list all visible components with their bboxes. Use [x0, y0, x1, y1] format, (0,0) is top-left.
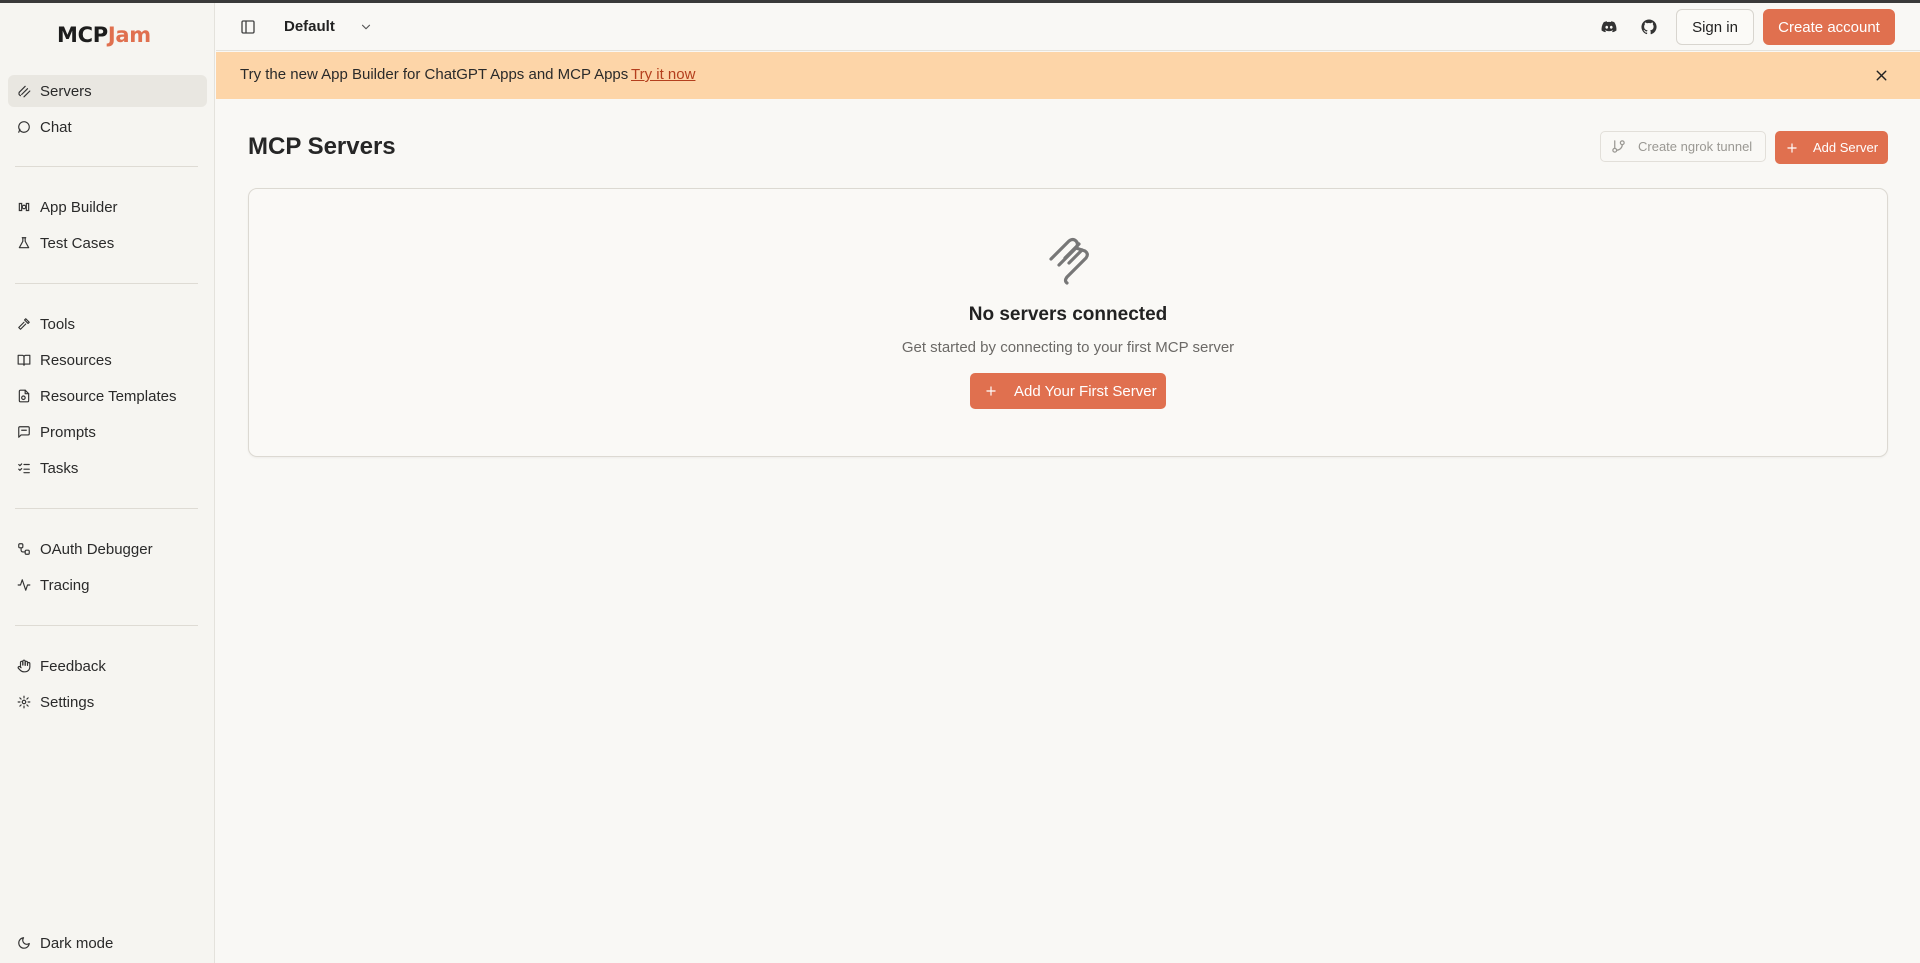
sidebar-item-prompts[interactable]: Prompts [8, 416, 207, 448]
sidebar-item-oauth-debugger[interactable]: OAuth Debugger [8, 533, 207, 565]
empty-state-subtitle: Get started by connecting to your first … [901, 339, 1235, 356]
sidebar-item-settings[interactable]: Settings [8, 686, 207, 718]
sidebar-item-resource-templates[interactable]: Resource Templates [8, 380, 207, 412]
file-template-icon [17, 389, 31, 403]
sidebar-divider [15, 625, 198, 626]
sidebar-item-resources[interactable]: Resources [8, 344, 207, 376]
sign-in-button[interactable]: Sign in [1676, 9, 1754, 45]
gear-icon [17, 695, 31, 709]
moon-icon [17, 936, 31, 950]
add-server-button[interactable]: Add Server [1775, 131, 1888, 164]
servers-icon [1045, 237, 1093, 285]
chat-icon [17, 120, 31, 134]
sidebar-divider [15, 508, 198, 509]
hand-icon [17, 659, 31, 673]
github-icon[interactable] [1640, 18, 1658, 36]
sidebar-item-chat[interactable]: Chat [8, 111, 207, 143]
message-square-icon [17, 425, 31, 439]
hammer-icon [17, 317, 31, 331]
workflow-icon [17, 542, 31, 556]
chevron-down-icon[interactable] [359, 20, 373, 34]
banner-text: Try the new App Builder for ChatGPT Apps… [240, 66, 629, 83]
add-first-server-button[interactable]: Add Your First Server [970, 373, 1166, 409]
list-checks-icon [17, 461, 31, 475]
top-header: Default Sign in Create account [216, 3, 1920, 51]
plus-icon [986, 386, 996, 396]
dark-mode-toggle[interactable]: Dark mode [8, 927, 207, 959]
create-ngrok-tunnel-button[interactable]: Create ngrok tunnel [1600, 131, 1766, 162]
tunnel-icon [1612, 140, 1625, 153]
sidebar-divider [15, 166, 198, 167]
sidebar-item-tracing[interactable]: Tracing [8, 569, 207, 601]
workspace-selector[interactable]: Default [284, 18, 335, 35]
create-account-button[interactable]: Create account [1763, 9, 1895, 45]
page-title: MCP Servers [248, 133, 396, 160]
sidebar-divider [15, 283, 198, 284]
app-logo: MCPJam [57, 23, 151, 47]
announcement-banner: Try the new App Builder for ChatGPT Apps… [216, 52, 1920, 99]
banner-try-it-link[interactable]: Try it now [631, 66, 695, 83]
sidebar-item-feedback[interactable]: Feedback [8, 650, 207, 682]
book-icon [17, 353, 31, 367]
sidebar-item-app-builder[interactable]: App Builder [8, 191, 207, 223]
close-icon[interactable] [1873, 67, 1890, 84]
activity-icon [17, 578, 31, 592]
flask-icon [17, 236, 31, 250]
sidebar-toggle-icon[interactable] [240, 19, 256, 35]
empty-state-card: No servers connected Get started by conn… [248, 188, 1888, 457]
sidebar-item-tasks[interactable]: Tasks [8, 452, 207, 484]
empty-state-title: No servers connected [968, 304, 1168, 325]
plus-icon [1787, 142, 1797, 153]
sidebar-item-servers[interactable]: Servers [8, 75, 207, 107]
app-builder-icon [17, 200, 31, 214]
servers-icon [17, 84, 31, 98]
sidebar: MCPJam Servers Chat App Builder Test Cas… [0, 3, 215, 963]
sidebar-item-tools[interactable]: Tools [8, 308, 207, 340]
discord-icon[interactable] [1600, 18, 1618, 36]
sidebar-item-test-cases[interactable]: Test Cases [8, 227, 207, 259]
